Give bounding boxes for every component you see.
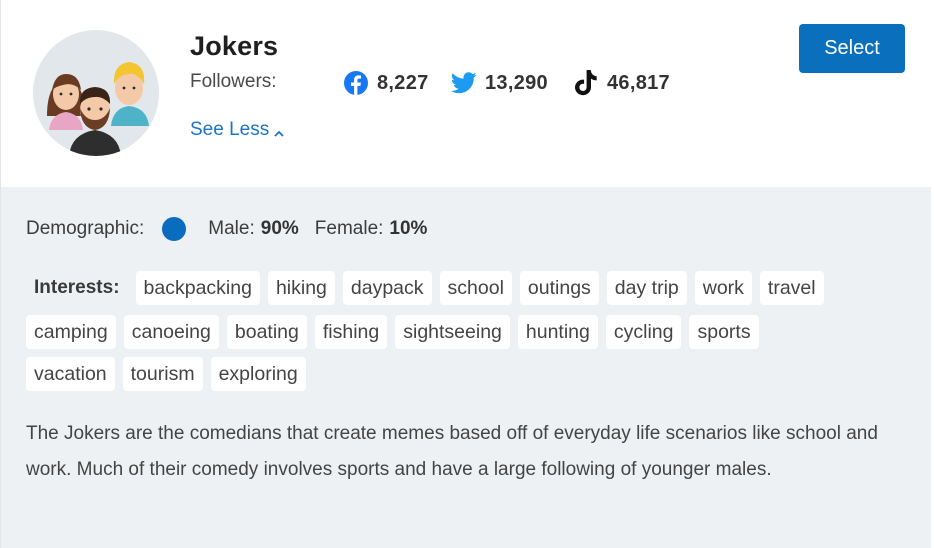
profile-name: Jokers — [190, 31, 279, 61]
select-button[interactable]: Select — [799, 24, 905, 73]
twitter-followers: 13,290 — [451, 69, 548, 97]
audience-card: Jokers Followers: 8,227 13,290 46,817 Se… — [0, 0, 931, 548]
demographic-row: Demographic: Male: 90% Female: 10% — [26, 216, 427, 242]
interest-tag: daypack — [342, 271, 432, 305]
card-header: Jokers Followers: 8,227 13,290 46,817 Se… — [1, 0, 931, 187]
group-avatar — [33, 30, 159, 156]
interest-tag: canoeing — [123, 315, 219, 349]
interest-tag: sightseeing — [395, 315, 510, 349]
details-panel: Demographic: Male: 90% Female: 10% Inter… — [1, 187, 931, 548]
chevron-up-icon — [273, 124, 285, 137]
interest-tag: hiking — [267, 271, 335, 305]
interest-tag: day trip — [606, 271, 687, 305]
tiktok-count: 46,817 — [607, 71, 670, 94]
twitter-icon — [451, 70, 477, 96]
female-label: Female: — [314, 218, 384, 239]
profile-description: The Jokers are the comedians that create… — [26, 423, 878, 480]
interest-tag: vacation — [26, 357, 115, 391]
interests-label: Interests: — [34, 277, 120, 298]
interests-row-1: Interests: backpacking hiking daypack sc… — [26, 271, 832, 305]
tiktok-icon — [573, 70, 599, 96]
facebook-followers: 8,227 — [343, 69, 429, 97]
interest-tag: exploring — [210, 357, 306, 391]
see-less-label: See Less — [190, 119, 270, 140]
tiktok-followers: 46,817 — [573, 69, 670, 97]
see-less-link[interactable]: See Less — [190, 119, 285, 141]
twitter-count: 13,290 — [485, 71, 548, 94]
interest-tag: sports — [689, 315, 759, 349]
demographic-label: Demographic: — [26, 218, 145, 239]
demographic-indicator-dot — [162, 217, 187, 241]
interest-tag: tourism — [122, 357, 203, 391]
interest-tag: fishing — [314, 315, 388, 349]
facebook-icon — [343, 70, 369, 96]
interest-tag: boating — [226, 315, 307, 349]
facebook-count: 8,227 — [377, 71, 429, 94]
female-value: 10% — [389, 218, 428, 239]
interest-tag: outings — [519, 271, 599, 305]
interest-tag: cycling — [605, 315, 682, 349]
interest-tag: work — [694, 271, 752, 305]
followers-label: Followers: — [190, 71, 277, 92]
interest-tag: school — [439, 271, 512, 305]
interest-tag: camping — [26, 315, 116, 349]
interests-row-2: camping canoeing boating fishing sightse… — [26, 315, 767, 349]
male-value: 90% — [260, 218, 299, 239]
interest-tag: backpacking — [135, 271, 260, 305]
interest-tag: travel — [759, 271, 824, 305]
group-avatar-illustration — [47, 62, 149, 156]
male-label: Male: — [208, 218, 255, 239]
interests-row-3: vacation tourism exploring — [26, 357, 314, 391]
interest-tag: hunting — [517, 315, 598, 349]
